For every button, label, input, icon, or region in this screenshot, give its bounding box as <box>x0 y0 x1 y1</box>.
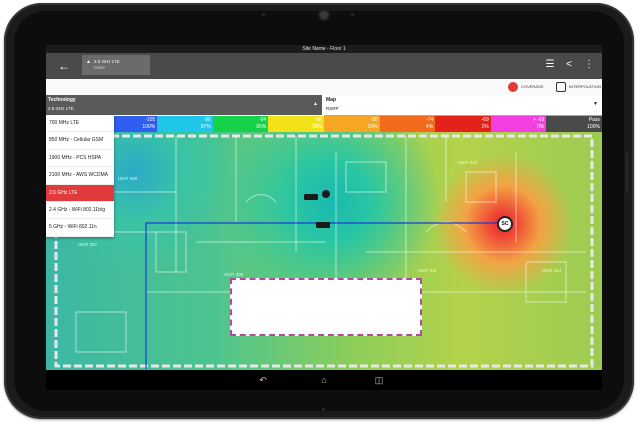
legend-percent: 10% <box>367 124 378 130</box>
map-value: RSRP <box>326 106 339 111</box>
camera <box>320 11 328 19</box>
technology-menu-item[interactable]: 2.6 GHz LTE <box>46 184 114 202</box>
legend-percent: 0% <box>537 124 545 130</box>
unit-label: UNIT 311 <box>418 268 437 273</box>
technology-menu-item[interactable]: 850 MHz - Cellular GSM <box>46 132 114 150</box>
small-cell-marker[interactable]: SC <box>497 216 513 232</box>
speaker <box>322 408 325 411</box>
technology-menu: 700 MHz LTE 850 MHz - Cellular GSM 1900 MH… <box>46 115 114 237</box>
map-select[interactable]: Map RSRP ▼ <box>324 95 602 116</box>
more-vertical-icon[interactable]: ⋮ <box>582 58 596 72</box>
chevron-down-icon: ▼ <box>593 101 598 107</box>
legend-value: -86 <box>314 117 322 123</box>
share-icon[interactable]: < <box>562 58 576 72</box>
unit-label: UNIT 310 <box>458 160 478 165</box>
legend-value: -80 <box>370 117 378 123</box>
interpolation-label: INTERPOLATION <box>569 84 601 89</box>
legend-cell: -80 10% <box>323 116 380 132</box>
legend-cell: -96 97% <box>157 116 213 132</box>
home-nav-icon[interactable]: ⌂ <box>317 374 331 386</box>
app-bar: ← ▲ 2.6 GHz LTE RSRP ☰ < ⋮ <box>46 53 602 79</box>
legend-cell: -86 20% <box>268 116 324 132</box>
technology-value: 2.6 GHz LTE <box>48 106 74 111</box>
chevron-up-icon: ▲ <box>313 101 318 107</box>
sensor <box>262 13 265 16</box>
coverage-icon <box>508 81 518 92</box>
tech-chip-subtitle: RSRP <box>94 65 106 70</box>
map-label: Map <box>326 97 336 103</box>
coverage-label: COVERAGE <box>521 84 544 89</box>
technology-menu-item[interactable]: 1900 MHz - PCS HSPA <box>46 150 114 168</box>
tool-strip: COVERAGE INTERPOLATION <box>46 79 602 96</box>
antenna-icon[interactable] <box>322 190 330 198</box>
legend-value: -94 <box>259 117 267 123</box>
legend-percent: 20% <box>311 124 322 130</box>
app-screen: Site Name - Floor 1 ← ▲ 2.6 GHz LTE RSRP … <box>46 45 602 370</box>
technology-menu-item[interactable]: 700 MHz LTE <box>46 115 114 133</box>
legend-value: Pass <box>588 117 600 123</box>
legend-percent: 65% <box>256 124 267 130</box>
unit-label: UNIT 314 <box>542 268 562 273</box>
technology-menu-item[interactable]: 5 GHz - WiFi 802.11n <box>46 219 114 237</box>
legend-percent: 100% <box>587 124 600 130</box>
unit-label: UNIT 309 <box>118 176 138 181</box>
tech-chip-title: 2.6 GHz LTE <box>93 59 120 64</box>
interpolation-button[interactable]: INTERPOLATION <box>556 81 601 93</box>
legend-cell: -94 65% <box>212 116 269 132</box>
layers-icon[interactable]: ☰ <box>543 58 557 72</box>
selectors: Technology 2.6 GHz LTE ▲ Map RSRP ▼ <box>46 95 602 116</box>
technology-menu-item[interactable]: 2.4 GHz - WiFi 802.11b/g <box>46 202 114 220</box>
side-slot <box>626 153 628 193</box>
legend-value: -74 <box>425 117 434 123</box>
legend-cell: > -69 0% <box>490 116 547 132</box>
status-bar: Site Name - Floor 1 <box>46 45 602 53</box>
legend-percent: 4% <box>425 124 434 130</box>
sensor <box>351 13 354 16</box>
signal-legend: -114100%-105100%-9697%-9465%-8620%-8010%… <box>46 116 602 132</box>
system-nav-bar: ↶ ⌂ ◫ <box>46 370 602 390</box>
technology-label: Technology <box>48 97 76 103</box>
chevron-up-icon: ▲ <box>86 59 91 65</box>
legend-cell: -69 1% <box>435 116 491 132</box>
interpolation-icon <box>556 81 566 92</box>
legend-value: > -69 <box>532 117 545 123</box>
legend-percent: 1% <box>481 124 489 130</box>
coverage-button[interactable]: COVERAGE <box>508 81 544 93</box>
tech-chip[interactable]: ▲ 2.6 GHz LTE RSRP <box>82 55 150 75</box>
legend-value: -96 <box>203 117 211 123</box>
legend-cell: -74 4% <box>379 116 436 132</box>
access-point-icon[interactable] <box>304 194 318 200</box>
back-nav-icon[interactable]: ↶ <box>256 374 270 386</box>
arrow-left-icon[interactable]: ← <box>56 58 72 74</box>
floorplan-heatmap[interactable]: UNIT 309 UNIT 310 UNIT 307 UNIT 308 UNIT… <box>46 132 602 370</box>
legend-percent: 97% <box>200 124 211 130</box>
unit-label: UNIT 308 <box>224 272 244 277</box>
legend-cell: Pass 100% <box>546 116 602 132</box>
legend-value: -69 <box>481 117 489 123</box>
unit-label: UNIT 307 <box>78 242 98 247</box>
recents-nav-icon[interactable]: ◫ <box>372 374 386 386</box>
legend-value: -105 <box>145 117 156 123</box>
excluded-area <box>230 278 422 336</box>
legend-percent: 100% <box>142 124 156 130</box>
technology-select[interactable]: Technology 2.6 GHz LTE ▲ <box>46 95 322 115</box>
access-point-icon[interactable] <box>316 222 330 228</box>
technology-menu-item[interactable]: 2100 MHz - AWS WCDMA <box>46 167 114 185</box>
